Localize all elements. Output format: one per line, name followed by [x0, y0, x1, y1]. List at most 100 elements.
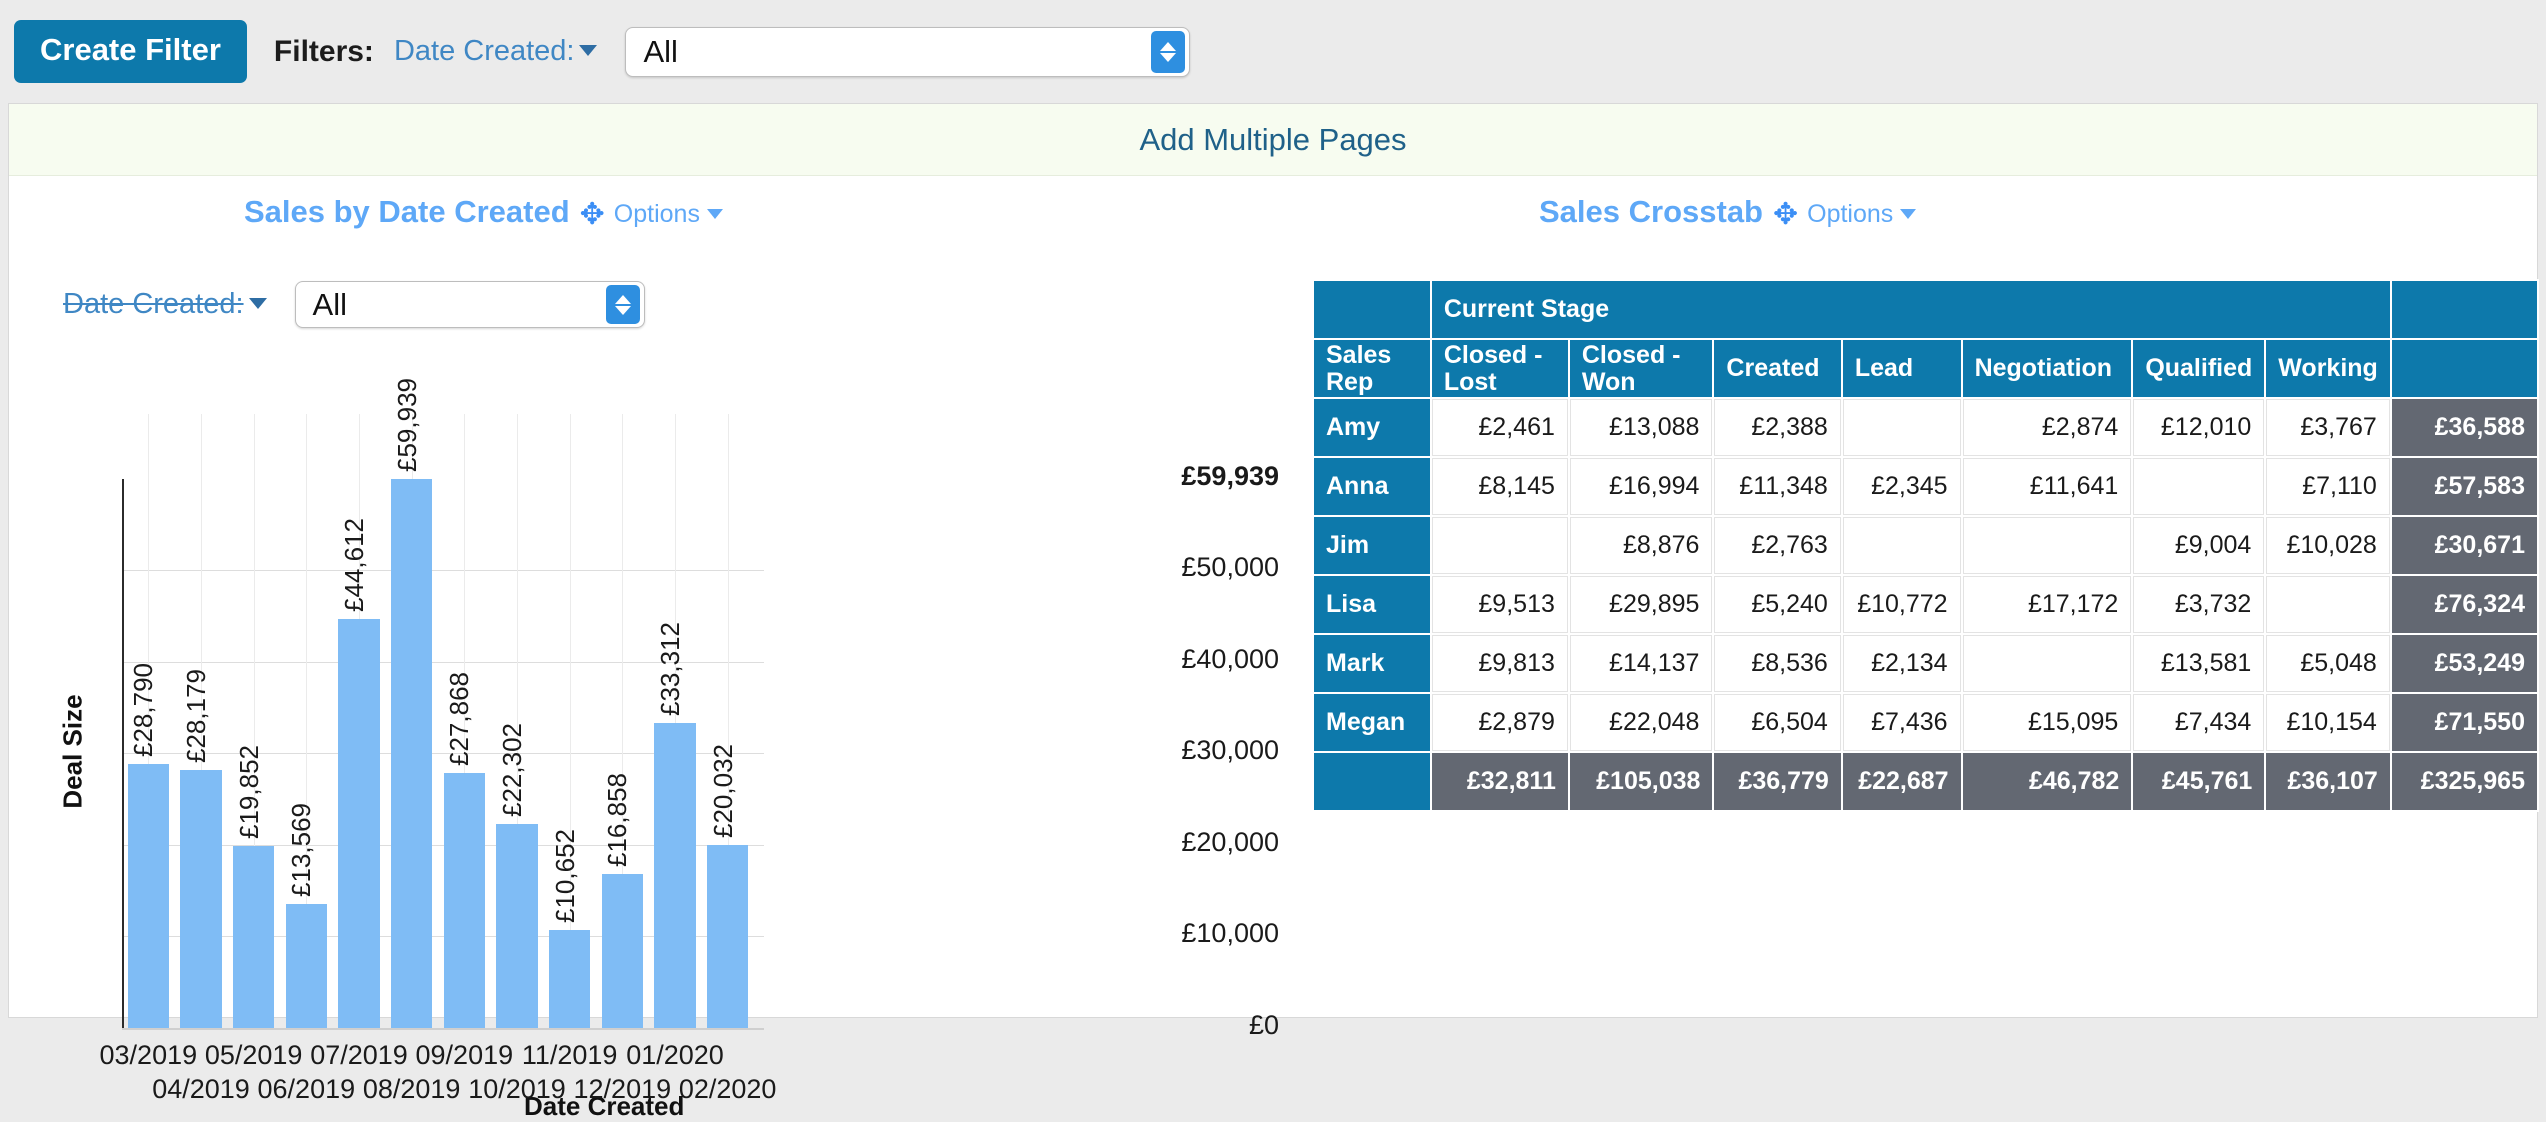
y-axis-tick-label: £59,939	[1174, 461, 1279, 492]
bar-value-label: £20,032	[708, 744, 739, 838]
crosstab-column-header: Qualified	[2133, 340, 2264, 397]
crosstab-cell: £2,134	[1843, 635, 1961, 692]
crosstab-row-header-label: SalesRep	[1314, 340, 1430, 397]
bar-value-label: £33,312	[655, 622, 686, 716]
stepper-icon[interactable]	[1151, 31, 1185, 73]
bar[interactable]	[549, 930, 590, 1028]
crosstab-column-total: £105,038	[1570, 753, 1713, 810]
chevron-down-icon	[579, 45, 597, 56]
crosstab-options-label: Options	[1807, 200, 1893, 228]
y-axis-tick-label: £40,000	[1174, 644, 1279, 675]
crosstab-cell: £3,732	[2133, 576, 2264, 633]
chevron-down-icon	[1900, 209, 1916, 219]
crosstab-cell: £3,767	[2266, 399, 2390, 456]
crosstab-row-total: £76,324	[2392, 576, 2537, 633]
x-axis-line	[122, 1028, 764, 1030]
x-axis-tick-label: 02/2020	[653, 1074, 803, 1105]
crosstab-cell: £2,879	[1432, 694, 1568, 751]
bar[interactable]	[654, 723, 695, 1028]
crosstab-cell	[1432, 517, 1568, 574]
move-icon[interactable]: ✥	[1773, 200, 1798, 230]
crosstab-group-header: Current Stage	[1432, 281, 2390, 338]
crosstab-cell	[1843, 517, 1961, 574]
crosstab-footer-label	[1314, 753, 1430, 810]
crosstab-row-label: Mark	[1314, 635, 1430, 692]
crosstab-row-label: Megan	[1314, 694, 1430, 751]
crosstab-cell: £8,145	[1432, 458, 1568, 515]
bar-value-label: £16,858	[602, 773, 633, 867]
crosstab-cell: £11,348	[1714, 458, 1840, 515]
crosstab-cell: £7,436	[1843, 694, 1961, 751]
bar[interactable]	[180, 770, 221, 1028]
crosstab-cell: £2,461	[1432, 399, 1568, 456]
bar[interactable]	[391, 479, 432, 1028]
bar[interactable]	[707, 845, 748, 1028]
crosstab-options-link[interactable]: Options	[1807, 200, 1916, 229]
table-row: Mark£9,813£14,137£8,536£2,134£13,581£5,0…	[1314, 635, 2537, 692]
create-filter-button[interactable]: Create Filter	[14, 20, 247, 83]
crosstab-column-total: £36,779	[1714, 753, 1840, 810]
crosstab-row-total: £36,588	[2392, 399, 2537, 456]
crosstab-table: Current StageSalesRepClosed -LostClosed …	[1312, 279, 2539, 812]
table-row: Megan£2,879£22,048£6,504£7,436£15,095£7,…	[1314, 694, 2537, 751]
bar[interactable]	[128, 764, 169, 1028]
y-axis-tick-label: £20,000	[1174, 827, 1279, 858]
bar-value-label: £28,179	[181, 669, 212, 763]
filter-date-created-label: Date Created:	[394, 35, 575, 67]
crosstab-panel-header: Sales Crosstab ✥ Options	[1539, 194, 1916, 230]
crosstab-cell: £8,536	[1714, 635, 1840, 692]
crosstab-cell: £6,504	[1714, 694, 1840, 751]
add-multiple-pages-link[interactable]: Add Multiple Pages	[1139, 122, 1406, 158]
crosstab-cell	[1963, 635, 2132, 692]
crosstab-head: Current StageSalesRepClosed -LostClosed …	[1314, 281, 2537, 397]
crosstab-cell: £17,172	[1963, 576, 2132, 633]
crosstab-row-label: Amy	[1314, 399, 1430, 456]
crosstab-cell: £13,581	[2133, 635, 2264, 692]
crosstab-column-header: Created	[1714, 340, 1840, 397]
crosstab-cell: £9,813	[1432, 635, 1568, 692]
crosstab-column-header: Working	[2266, 340, 2390, 397]
crosstab-cell: £2,763	[1714, 517, 1840, 574]
filter-value-select[interactable]: All	[625, 27, 1190, 77]
crosstab-cell	[2133, 458, 2264, 515]
crosstab-cell: £5,048	[2266, 635, 2390, 692]
table-row: Lisa£9,513£29,895£5,240£10,772£17,172£3,…	[1314, 576, 2537, 633]
y-axis-title: Deal Size	[58, 652, 89, 852]
bar-value-label: £44,612	[339, 518, 370, 612]
crosstab-column-header: Lead	[1843, 340, 1961, 397]
bar[interactable]	[496, 824, 537, 1028]
crosstab-cell	[1843, 399, 1961, 456]
crosstab-column-total: £32,811	[1432, 753, 1568, 810]
bar-chart: Deal Size Date Created £59,939£50,000£40…	[9, 176, 1279, 1019]
crosstab-column-total: £46,782	[1963, 753, 2132, 810]
crosstab-cell: £9,004	[2133, 517, 2264, 574]
crosstab-row-label: Lisa	[1314, 576, 1430, 633]
crosstab-panel-title[interactable]: Sales Crosstab	[1539, 194, 1763, 230]
y-axis-tick-label: £0	[1174, 1010, 1279, 1041]
crosstab-group-total-blank	[2392, 281, 2537, 338]
table-row: Amy£2,461£13,088£2,388£2,874£12,010£3,76…	[1314, 399, 2537, 456]
filter-date-created-link[interactable]: Date Created:	[394, 35, 598, 68]
crosstab-cell: £8,876	[1570, 517, 1713, 574]
chevron-up-icon	[1160, 42, 1176, 51]
add-multiple-pages-banner: Add Multiple Pages	[9, 104, 2537, 176]
bar[interactable]	[286, 904, 327, 1028]
dashboard-card: Add Multiple Pages Sales by Date Created…	[8, 103, 2538, 1018]
bar-value-label: £13,569	[286, 803, 317, 897]
bar-value-label: £28,790	[128, 663, 159, 757]
sales-crosstab-panel: Sales Crosstab ✥ Options Current StageSa…	[1279, 176, 2539, 1019]
crosstab-cell: £11,641	[1963, 458, 2132, 515]
table-row: Jim£8,876£2,763£9,004£10,028£30,671	[1314, 517, 2537, 574]
bar[interactable]	[233, 846, 274, 1028]
bar[interactable]	[338, 619, 379, 1028]
bar[interactable]	[602, 874, 643, 1028]
crosstab-cell: £15,095	[1963, 694, 2132, 751]
crosstab-cell: £16,994	[1570, 458, 1713, 515]
bar[interactable]	[444, 773, 485, 1028]
table-row: Anna£8,145£16,994£11,348£2,345£11,641£7,…	[1314, 458, 2537, 515]
crosstab-cell: £12,010	[2133, 399, 2264, 456]
crosstab-footer-row: £32,811£105,038£36,779£22,687£46,782£45,…	[1314, 753, 2537, 810]
crosstab-column-header: Closed -Lost	[1432, 340, 1568, 397]
crosstab-group-header-row: Current Stage	[1314, 281, 2537, 338]
bar-value-label: £27,868	[444, 672, 475, 766]
